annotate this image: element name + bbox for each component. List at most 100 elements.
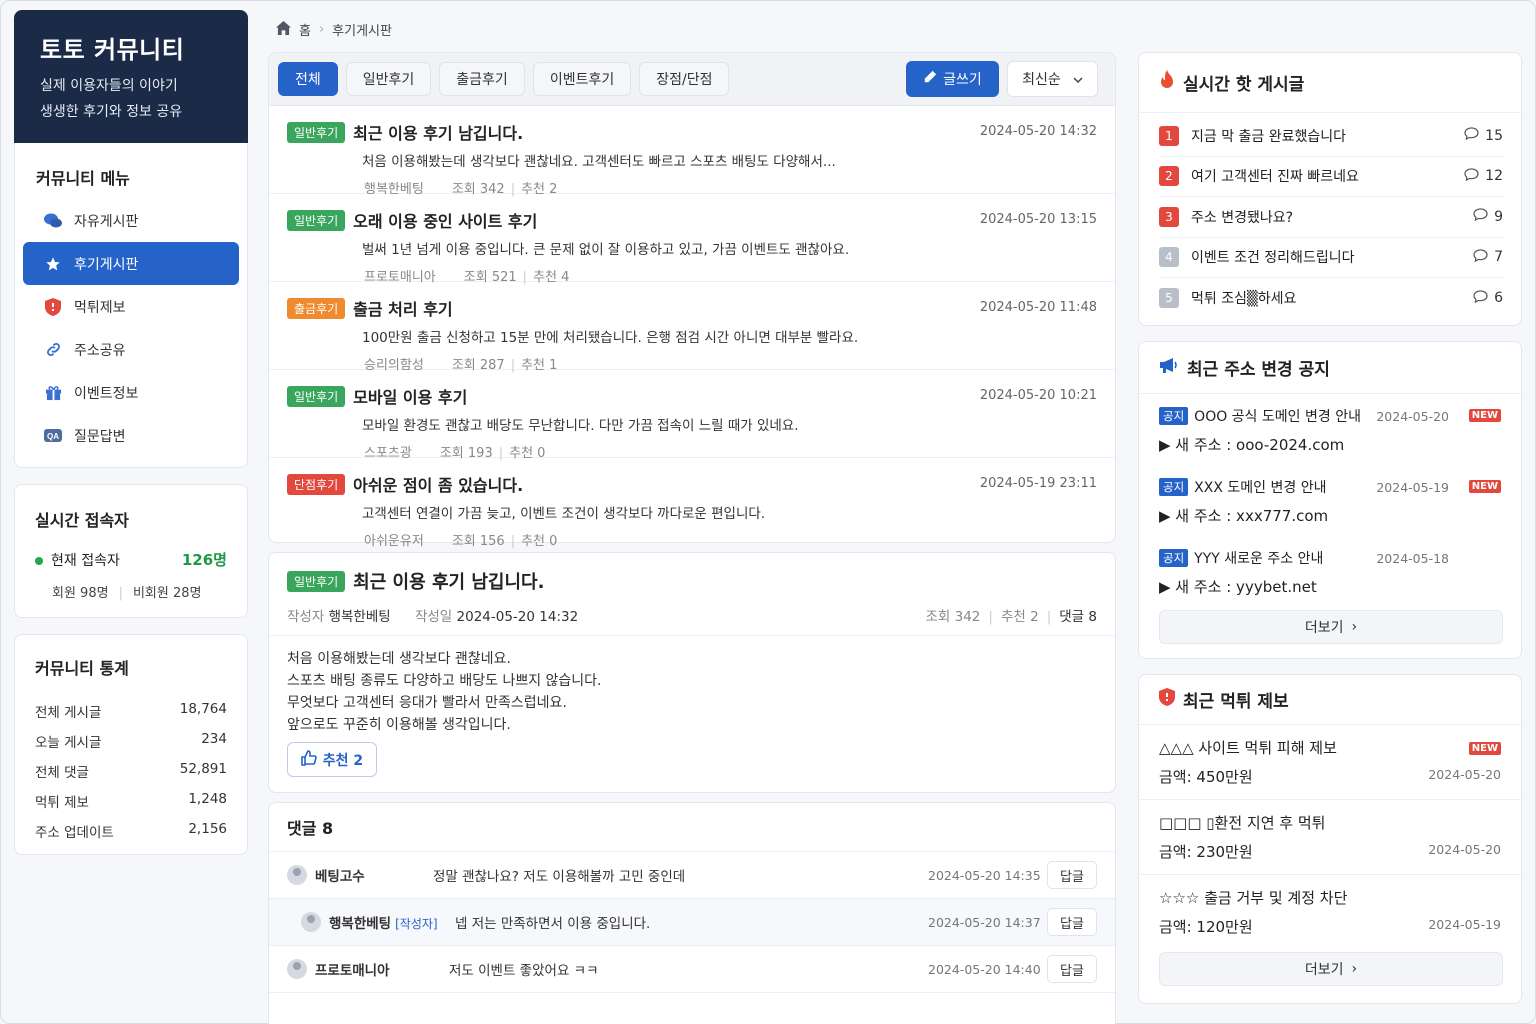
reply-button[interactable]: 답글 [1047, 861, 1097, 889]
scam-item[interactable]: ☆☆☆ 출금 거부 및 계정 차단 금액: 120만원 2024-05-19 [1139, 875, 1521, 950]
sort-dropdown[interactable]: 최신순 [1007, 61, 1098, 97]
tab-general-review[interactable]: 일반후기 [345, 62, 432, 96]
tab-pros-cons[interactable]: 장점/단점 [639, 62, 730, 96]
post-title[interactable]: 최근 이용 후기 남깁니다. [353, 124, 523, 143]
comment-icon [1464, 127, 1479, 144]
comment-count-value: 15 [1485, 127, 1503, 144]
comment-count-value: 9 [1494, 208, 1503, 225]
comment-item: 프로토매니아 저도 이벤트 좋았어요 ㅋㅋ 2024-05-20 14:40 답… [269, 946, 1115, 993]
notice-address: ▶ 새 주소 : xxx777.com [1159, 507, 1329, 525]
member-count: 회원 98명 [52, 586, 109, 601]
hot-item[interactable]: 1 지금 막 출금 완료했습니다 15 [1159, 116, 1503, 157]
sidebar-item-free-board[interactable]: 자유게시판 [23, 199, 239, 242]
comment-user[interactable]: 베팅고수 [315, 865, 433, 885]
detail-recommend: 추천 2 [1000, 609, 1039, 625]
hot-item[interactable]: 5 먹튀 조심▒하세요 6 [1159, 278, 1503, 319]
rank-badge: 2 [1159, 166, 1179, 187]
sidebar-item-scam-report[interactable]: 먹튀제보 [23, 285, 239, 328]
notice-item[interactable]: 공지 OOO 공식 도메인 변경 안내 2024-05-20 NEW ▶ 새 주소… [1139, 394, 1521, 465]
detail-date: 2024-05-20 14:32 [456, 609, 579, 625]
list-item[interactable]: 일반후기 최근 이용 후기 남깁니다. 2024-05-20 14:32 처음 이… [269, 106, 1115, 197]
sidebar-item-qa[interactable]: QA 질문답변 [23, 414, 239, 457]
stats-title: 커뮤니티 통계 [35, 659, 129, 678]
scam-item-title[interactable]: □□□ ▯환전 지연 후 먹튀 [1159, 812, 1501, 833]
rank-badge: 3 [1159, 206, 1179, 227]
scam-item-title[interactable]: ☆☆☆ 출금 거부 및 계정 차단 [1159, 887, 1501, 908]
comment-user[interactable]: 프로토매니아 [315, 959, 449, 979]
megaphone-icon [1159, 357, 1179, 378]
write-label: 글쓰기 [943, 72, 982, 88]
notice-item-title[interactable]: OOO 공식 도메인 변경 안내 [1194, 406, 1361, 426]
tab-all[interactable]: 전체 [278, 62, 338, 96]
reply-button[interactable]: 답글 [1047, 908, 1097, 936]
hot-item[interactable]: 4 이벤트 조건 정리해드립니다 7 [1159, 238, 1503, 278]
hot-item-title[interactable]: 지금 막 출금 완료했습니다 [1191, 126, 1346, 146]
comment-count-value: 7 [1494, 249, 1503, 266]
stat-value: 18,764 [179, 701, 227, 717]
new-badge: NEW [1468, 480, 1501, 493]
hot-item-title[interactable]: 먹튀 조심▒하세요 [1191, 288, 1296, 308]
category-badge: 일반후기 [287, 209, 346, 231]
online-label: 현재 접속자 [51, 552, 120, 569]
comment-reply-item: 행복한베팅 [작성자] 넵 저는 만족하면서 이용 중입니다. 2024-05-2… [269, 899, 1115, 946]
post-title[interactable]: 출금 처리 후기 [353, 300, 452, 319]
sidebar-item-review-board[interactable]: 후기게시판 [23, 242, 239, 285]
notice-item-title[interactable]: YYY 새로운 주소 안내 [1194, 548, 1323, 568]
chevron-down-icon [1073, 71, 1083, 87]
list-item[interactable]: 단점후기 아쉬운 점이 좀 있습니다. 2024-05-19 23:11 고객센터… [269, 458, 1115, 549]
stat-value: 52,891 [179, 761, 227, 777]
stat-label: 먹튀 제보 [35, 795, 89, 811]
notice-date: 2024-05-18 [1376, 551, 1449, 566]
rank-badge: 1 [1159, 125, 1179, 146]
scam-item[interactable]: □□□ ▯환전 지연 후 먹튀 금액: 230만원 2024-05-20 [1139, 800, 1521, 875]
sidebar-item-event-info[interactable]: 이벤트정보 [23, 371, 239, 414]
scam-item[interactable]: △△△ 사이트 먹튀 피해 제보 금액: 450만원 NEW 2024-05-2… [1139, 725, 1521, 800]
notice-item-title[interactable]: XXX 도메인 변경 안내 [1194, 477, 1326, 497]
home-icon[interactable] [276, 20, 291, 39]
hot-item-title[interactable]: 주소 변경됐나요? [1191, 207, 1293, 227]
date-label: 작성일 [414, 609, 453, 625]
notice-more-button[interactable]: 더보기 › [1159, 610, 1503, 644]
hot-item[interactable]: 2 여기 고객센터 진짜 빠르네요 12 [1159, 157, 1503, 197]
detail-author[interactable]: 행복한베팅 [329, 609, 391, 625]
list-item[interactable]: 일반후기 모바일 이용 후기 2024-05-20 10:21 모바일 환경도 괜… [269, 370, 1115, 461]
recommend-button[interactable]: 추천 2 [287, 742, 377, 777]
notice-item[interactable]: 공지 XXX 도메인 변경 안내 2024-05-19 NEW ▶ 새 주소 : … [1139, 465, 1521, 536]
notice-item-title-row: 공지 OOO 공식 도메인 변경 안내 [1159, 406, 1501, 426]
post-excerpt: 고객센터 연결이 가끔 늦고, 이벤트 조건이 생각보다 까다로운 편입니다. [362, 506, 766, 522]
notice-item[interactable]: 공지 YYY 새로운 주소 안내 2024-05-18 ▶ 새 주소 : yyyb… [1139, 536, 1521, 607]
hot-item-title[interactable]: 이벤트 조건 정리해드립니다 [1191, 247, 1354, 267]
post-author[interactable]: 아쉬운유저 [364, 534, 424, 549]
write-button[interactable]: 글쓰기 [906, 61, 999, 97]
post-title[interactable]: 오래 이용 중인 사이트 후기 [353, 212, 537, 231]
breadcrumb-home[interactable]: 홈 [299, 20, 311, 39]
tagline-1: 실제 이용자들의 이야기 [40, 78, 178, 94]
more-label: 더보기 [1304, 620, 1344, 636]
content-line: 스포츠 배팅 종류도 다양하고 배당도 나쁘지 않습니다. [287, 673, 602, 689]
hot-list: 1 지금 막 출금 완료했습니다 15 2 여기 고객센터 진짜 빠르네요 12 3 주소… [1139, 113, 1521, 319]
tab-withdrawal-review[interactable]: 출금후기 [439, 62, 525, 96]
reply-button[interactable]: 답글 [1047, 955, 1097, 983]
stat-label: 주소 업데이트 [35, 825, 114, 841]
tab-event-review[interactable]: 이벤트후기 [532, 62, 632, 96]
post-title[interactable]: 모바일 이용 후기 [353, 388, 467, 407]
post-meta: 아쉬운유저 조회 156 | 추천 0 [364, 534, 558, 549]
hot-item-title[interactable]: 여기 고객센터 진짜 빠르네요 [1191, 166, 1359, 186]
detail-views: 조회 342 [925, 609, 981, 625]
scam-item-title[interactable]: △△△ 사이트 먹튀 피해 제보 [1159, 737, 1501, 758]
scam-more-button[interactable]: 더보기 › [1159, 952, 1503, 986]
comment-user[interactable]: 행복한베팅 [329, 916, 391, 932]
stat-value: 1,248 [188, 791, 227, 807]
list-item[interactable]: 출금후기 출금 처리 후기 2024-05-20 11:48 100만원 출금 신… [269, 282, 1115, 373]
post-views: 조회 156 [451, 534, 505, 549]
post-excerpt: 100만원 출금 신청하고 15분 만에 처리됐습니다. 은행 점검 시간 아니… [362, 330, 859, 346]
hot-item[interactable]: 3 주소 변경됐나요? 9 [1159, 197, 1503, 238]
sidebar-item-address-share[interactable]: 주소공유 [23, 328, 239, 371]
notice-title: 최근 주소 변경 공지 [1187, 360, 1330, 380]
sidebar-item-label: 이벤트정보 [74, 385, 139, 402]
post-title[interactable]: 아쉬운 점이 좀 있습니다. [353, 476, 523, 495]
list-item[interactable]: 일반후기 오래 이용 중인 사이트 후기 2024-05-20 13:15 벌써 … [269, 194, 1115, 285]
avatar [301, 912, 321, 932]
stat-row: 주소 업데이트 2,156 [35, 821, 227, 841]
stat-value: 234 [201, 731, 227, 747]
